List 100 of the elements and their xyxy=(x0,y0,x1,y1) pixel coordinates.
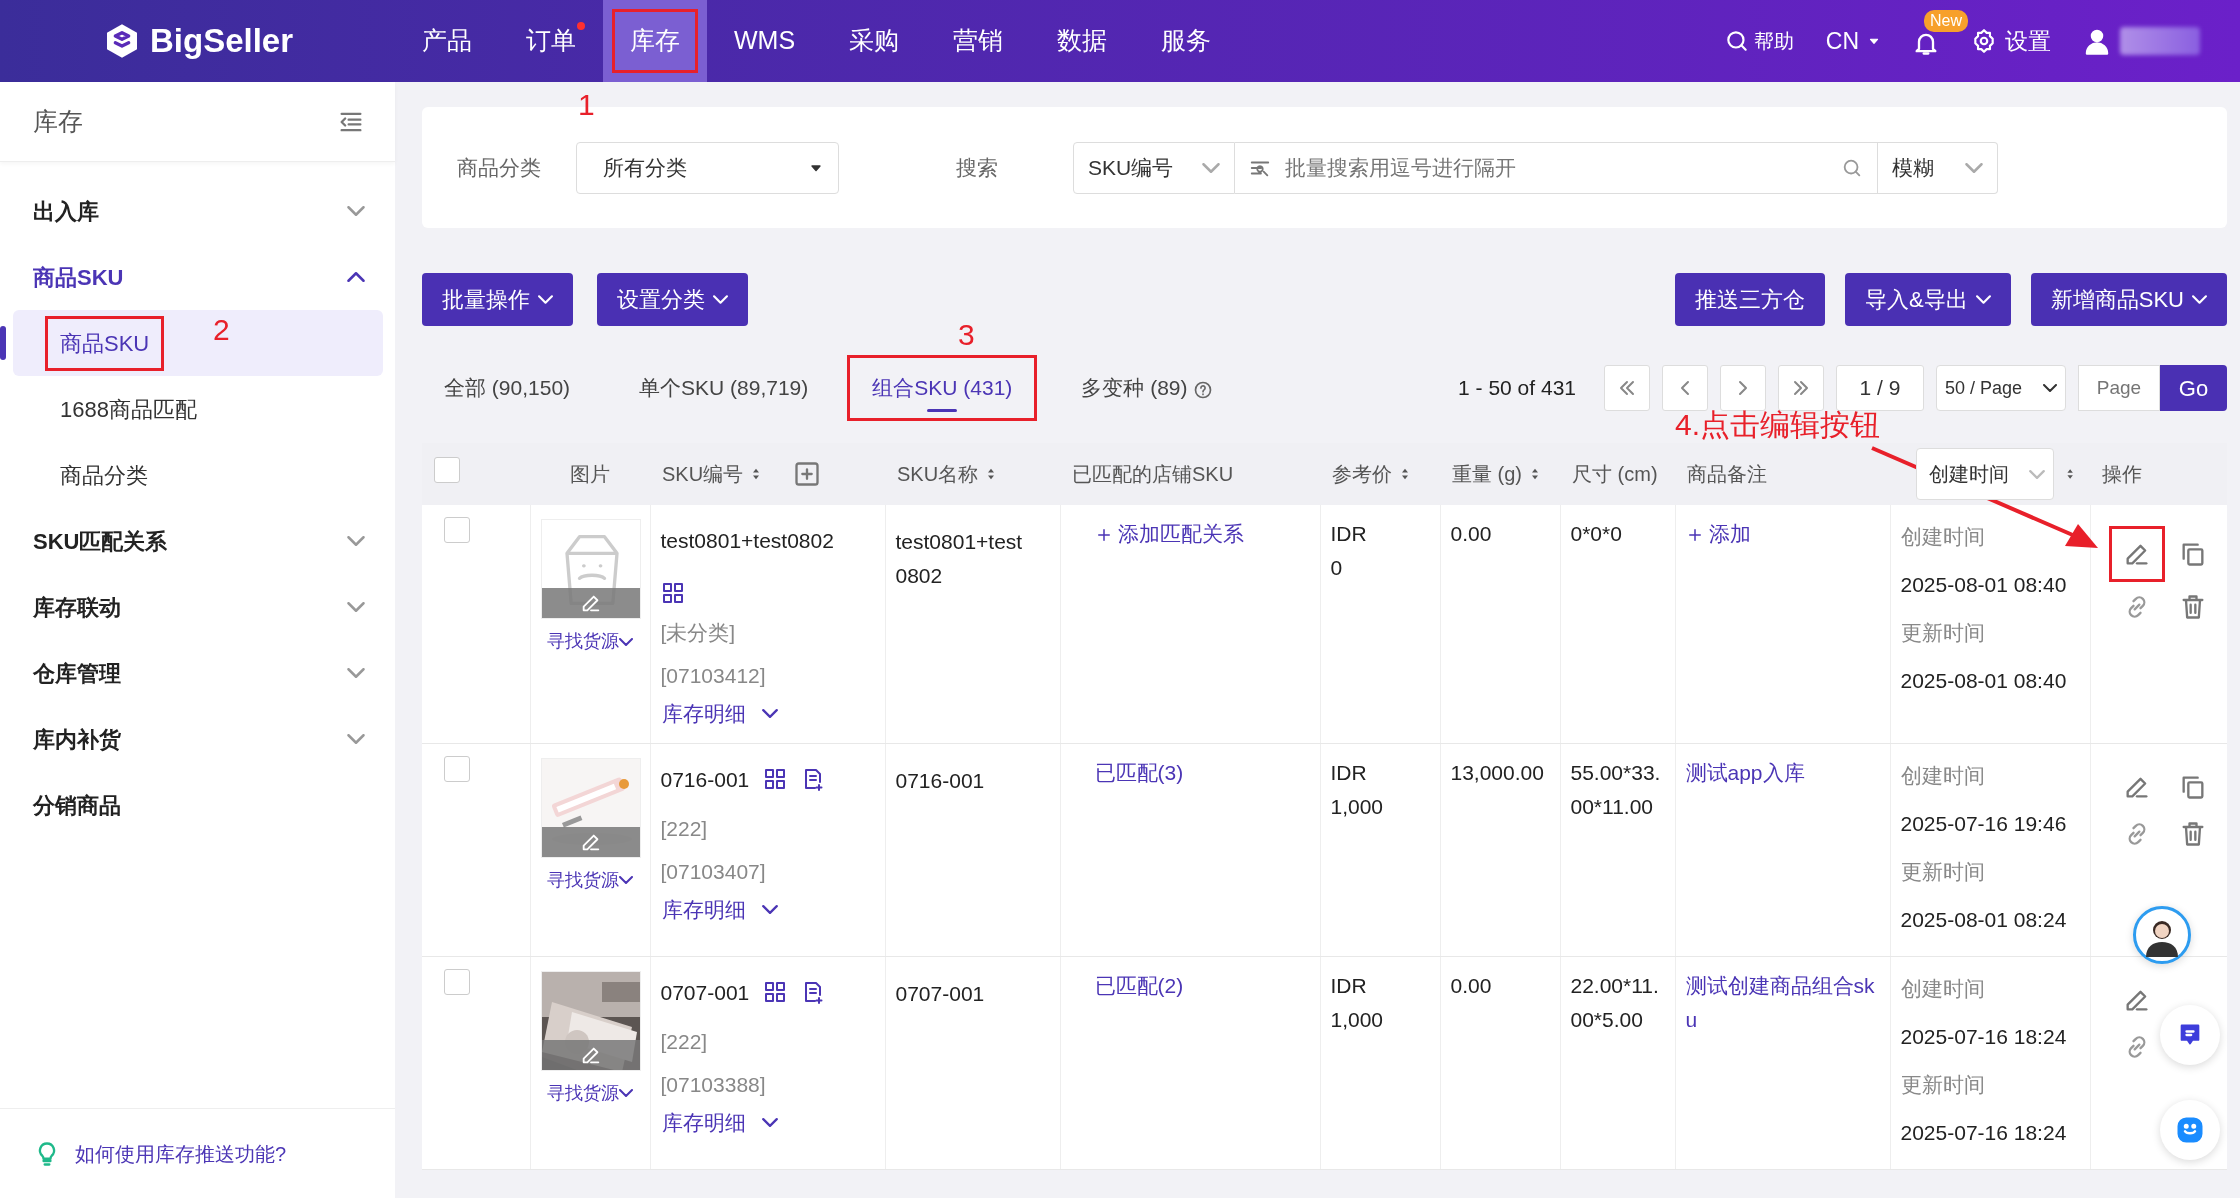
page-number-input[interactable]: Page xyxy=(2078,365,2160,411)
find-source-link[interactable]: 寻找货源 xyxy=(546,1078,634,1108)
time-label: 更新时间 xyxy=(1900,858,1986,885)
annotation-label: 2 xyxy=(213,315,230,345)
settings-link[interactable]: 设置 xyxy=(1970,22,2052,60)
price-text: 1,000 xyxy=(1330,793,1385,820)
matched-sku-link[interactable]: 已匹配(2) xyxy=(1094,973,1184,997)
filter-tab[interactable]: 全部 (90,150) xyxy=(422,358,593,418)
chevron-down-icon xyxy=(761,709,778,719)
updated-time: 2025-08-01 08:24 xyxy=(1900,906,2068,933)
sku-name: 0716-001 xyxy=(895,767,986,794)
nav-menu-item[interactable]: 订单 xyxy=(499,0,603,82)
add-column-icon[interactable] xyxy=(793,460,822,488)
nav-menu-item[interactable]: 营销 xyxy=(926,0,1031,82)
chevron-down-icon xyxy=(619,1089,633,1097)
stock-detail-link[interactable]: 库存明细 xyxy=(660,697,779,731)
bundle-grid-icon[interactable] xyxy=(660,581,685,605)
updated-time: 2025-07-16 18:24 xyxy=(1900,1119,2068,1146)
sku-category: [未分类] xyxy=(660,620,737,646)
sku-code: 0707-001 xyxy=(660,979,750,1006)
sidebar-group[interactable]: 商品SKU xyxy=(0,244,395,310)
smile-icon xyxy=(2175,1115,2205,1145)
sidebar-group[interactable]: 库内补货 xyxy=(0,706,395,772)
size-value: 22.00*11.00*5.00 xyxy=(1570,973,1659,1031)
sku-category: [222] xyxy=(660,815,709,842)
action-button[interactable]: 设置分类 xyxy=(597,273,748,326)
sidebar-group[interactable]: 出入库 xyxy=(0,178,395,244)
active-indicator xyxy=(0,326,6,360)
nav-menu-item[interactable]: 数据 xyxy=(1030,0,1135,82)
matched-sku-link[interactable]: 添加匹配关系 xyxy=(1094,522,1245,545)
nav-menu-item[interactable]: WMS xyxy=(707,0,823,82)
chevron-down-icon xyxy=(538,295,553,304)
filter-tab[interactable]: 组合SKU (431) xyxy=(850,358,1035,418)
nav-menu-item[interactable]: 采购 xyxy=(822,0,927,82)
weight-value: 0.00 xyxy=(1450,973,1492,997)
new-badge: New xyxy=(1924,9,1968,32)
product-note-link[interactable]: 测试app入库 xyxy=(1685,755,1880,790)
column-header[interactable]: SKU编号 xyxy=(662,459,744,489)
sidebar-group[interactable]: SKU匹配关系 xyxy=(0,508,395,574)
sidebar-group[interactable]: 库存联动 xyxy=(0,574,395,640)
price-text: 1,000 xyxy=(1330,1006,1385,1033)
stock-detail-link[interactable]: 库存明细 xyxy=(660,1105,779,1139)
edit-button[interactable] xyxy=(2111,529,2162,579)
find-source-link[interactable]: 寻找货源 xyxy=(546,865,634,895)
search-type-dropdown[interactable]: SKU编号 xyxy=(1073,141,1235,194)
time-label: 创建时间 xyxy=(1900,524,1986,550)
chevron-down-icon xyxy=(347,536,365,546)
row-checkbox[interactable] xyxy=(444,968,470,995)
chevron-down-icon xyxy=(2192,295,2207,304)
column-header: 商品备注 xyxy=(1687,462,1767,487)
row-checkbox[interactable] xyxy=(444,517,470,543)
chevron-down-icon xyxy=(347,602,365,612)
help-tip-link[interactable]: 如何使用库存推送功能? xyxy=(75,1138,287,1169)
nav-menu-item[interactable]: 服务 xyxy=(1134,0,1239,82)
last-page-button[interactable] xyxy=(1778,365,1824,411)
sidebar-item[interactable]: 商品分类 xyxy=(0,442,395,508)
filter-tab[interactable]: 单个SKU (89,719) xyxy=(617,358,831,418)
sidebar-group[interactable]: 分销商品 xyxy=(0,772,395,838)
nav-menu-item[interactable]: 库存 xyxy=(603,0,707,82)
bundle-grid-icon[interactable] xyxy=(763,980,788,1004)
chevron-down-icon xyxy=(1965,162,1983,173)
action-button[interactable]: 导入&导出 xyxy=(1845,273,2011,326)
help-link[interactable]: 帮助 xyxy=(1722,25,1795,57)
sku-id: [07103407] xyxy=(660,858,767,885)
sku-category: [222] xyxy=(660,1028,709,1055)
chevron-up-icon xyxy=(347,272,365,282)
row-checkbox[interactable] xyxy=(444,755,470,782)
product-note-link[interactable]: 测试创建商品组合sku xyxy=(1685,968,1880,1037)
nav-menu-item[interactable]: 产品 xyxy=(395,0,499,82)
column-header: 尺寸 (cm) xyxy=(1572,462,1658,487)
sidebar-group[interactable]: 仓库管理 xyxy=(0,640,395,706)
action-button[interactable]: 推送三方仓 xyxy=(1675,273,1826,326)
settings-icon xyxy=(1971,28,1997,54)
bundle-grid-icon[interactable] xyxy=(763,767,788,791)
select-all-checkbox[interactable] xyxy=(434,457,460,483)
matched-sku-link[interactable]: 已匹配(3) xyxy=(1094,760,1184,784)
action-button[interactable]: 批量操作 xyxy=(422,273,573,326)
page-indicator: 1 / 9 xyxy=(1836,365,1924,411)
price-text: IDR xyxy=(1330,759,1368,786)
chevron-down-icon xyxy=(347,734,365,744)
sort-field-dropdown[interactable]: 创建时间 xyxy=(1916,448,2054,500)
stock-detail-link[interactable]: 库存明细 xyxy=(660,892,779,926)
weight-value: 13,000.00 xyxy=(1450,760,1544,784)
match-mode-dropdown[interactable]: 模糊 xyxy=(1878,141,1998,194)
filter-tab[interactable]: 多变种 (89) xyxy=(1059,358,1236,418)
updated-time: 2025-08-01 08:40 xyxy=(1900,668,2068,694)
find-source-link[interactable]: 寻找货源 xyxy=(546,627,634,656)
language-selector[interactable]: CN xyxy=(1824,22,1882,60)
first-page-button[interactable] xyxy=(1604,365,1650,411)
page-size-dropdown[interactable]: 50 / Page xyxy=(1936,365,2066,411)
search-box[interactable]: 批量搜索用逗号进行隔开 xyxy=(1235,141,1878,194)
chevron-down-icon xyxy=(347,668,365,678)
sidebar-item[interactable]: 1688商品匹配 xyxy=(0,376,395,442)
action-button[interactable]: 新增商品SKU xyxy=(2030,273,2227,326)
product-note-link[interactable]: 添加 xyxy=(1685,517,1880,551)
category-dropdown[interactable]: 所有分类 xyxy=(576,141,839,194)
size-value: 55.00*33.00*11.00 xyxy=(1570,760,1661,818)
chevron-down-icon xyxy=(2028,469,2045,479)
go-button[interactable]: Go xyxy=(2160,365,2227,411)
column-header: 操作 xyxy=(2102,462,2142,487)
